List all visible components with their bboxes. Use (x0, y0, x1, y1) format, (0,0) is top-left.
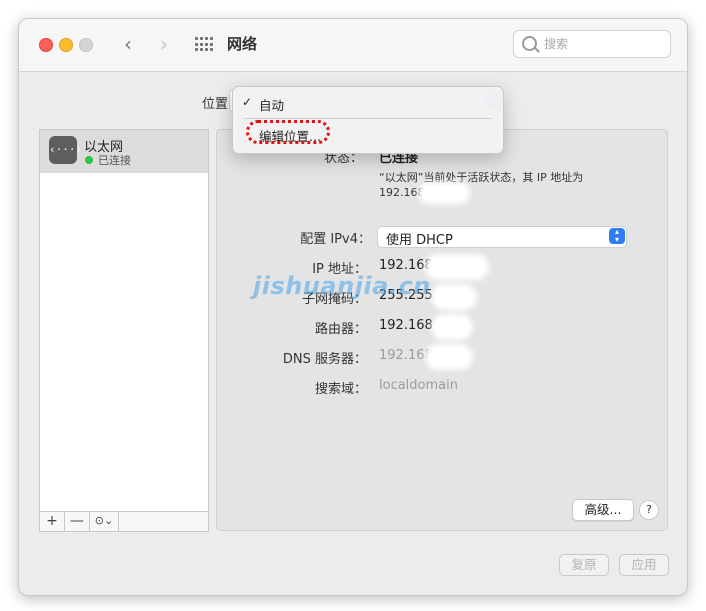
detail-panel: 状态： 已连接 “以太网”当前处于活跃状态，其 IP 地址为 192.168 配… (216, 129, 668, 531)
menu-item-auto[interactable]: 自动 (259, 95, 284, 114)
search-field[interactable] (513, 30, 671, 58)
service-action-menu-button[interactable]: ⊙⌄ (90, 512, 119, 531)
redaction-blur (422, 186, 466, 200)
ipv4-config-select[interactable]: 使用 DHCP ▴ ▾ (377, 226, 627, 248)
select-arrows-icon: ▴ ▾ (609, 228, 625, 244)
ipv4-config-label: 配置 IPv4： (300, 232, 371, 247)
redaction-blur (429, 258, 485, 276)
show-all-grid-icon[interactable] (195, 37, 213, 52)
network-preferences-window: ‹ › 网络 位置： ✓ 自动 编辑位置... ‹···› 以太网 已连接 + (18, 18, 688, 596)
add-service-button[interactable]: + (40, 512, 65, 531)
ipv4-config-value: 使用 DHCP (386, 233, 453, 248)
router-value: 192.168 (379, 318, 433, 333)
ip-address-value: 192.168 (379, 258, 433, 273)
dns-server-value: 192.168 (379, 348, 433, 363)
redaction-blur (429, 348, 469, 366)
forward-chevron-icon[interactable]: › (153, 33, 175, 55)
zoom-button[interactable] (79, 38, 93, 52)
status-description-line2: 192.168 (379, 186, 425, 199)
site-watermark: jishuanjia.cn (253, 272, 431, 300)
search-input[interactable] (542, 34, 664, 54)
advanced-button[interactable]: 高级... (572, 499, 634, 521)
apply-button[interactable]: 应用 (619, 554, 669, 576)
service-toolbar: + — ⊙⌄ (39, 511, 209, 532)
status-description: “以太网”当前处于活跃状态，其 IP 地址为 192.168 (379, 170, 609, 200)
search-domain-label: 搜索域： (314, 382, 367, 397)
service-list: ‹···› 以太网 已连接 (39, 129, 209, 531)
window-title: 网络 (227, 35, 258, 53)
router-label: 路由器： (314, 322, 367, 337)
status-description-line1: “以太网”当前处于活跃状态，其 IP 地址为 (379, 171, 584, 184)
search-icon (522, 36, 537, 51)
search-domain-value: localdomain (379, 378, 458, 393)
ethernet-icon: ‹···› (49, 136, 82, 164)
checkmark-icon: ✓ (242, 95, 253, 109)
close-button[interactable] (39, 38, 53, 52)
redaction-blur (435, 288, 473, 306)
edit-location-highlight-ring (246, 120, 330, 144)
help-button[interactable]: ? (639, 500, 659, 520)
back-chevron-icon[interactable]: ‹ (117, 33, 139, 55)
service-item-ethernet[interactable]: ‹···› 以太网 已连接 (40, 130, 208, 173)
menu-separator (243, 118, 491, 119)
minimize-button[interactable] (59, 38, 73, 52)
status-dot-icon (85, 156, 93, 164)
location-dropdown-menu: ✓ 自动 编辑位置... (232, 86, 504, 154)
service-status: 已连接 (98, 154, 131, 167)
revert-button[interactable]: 复原 (559, 554, 609, 576)
title-bar: ‹ › 网络 (19, 19, 687, 72)
remove-service-button[interactable]: — (65, 512, 90, 531)
dns-server-label: DNS 服务器： (282, 352, 367, 367)
redaction-blur (435, 318, 469, 336)
